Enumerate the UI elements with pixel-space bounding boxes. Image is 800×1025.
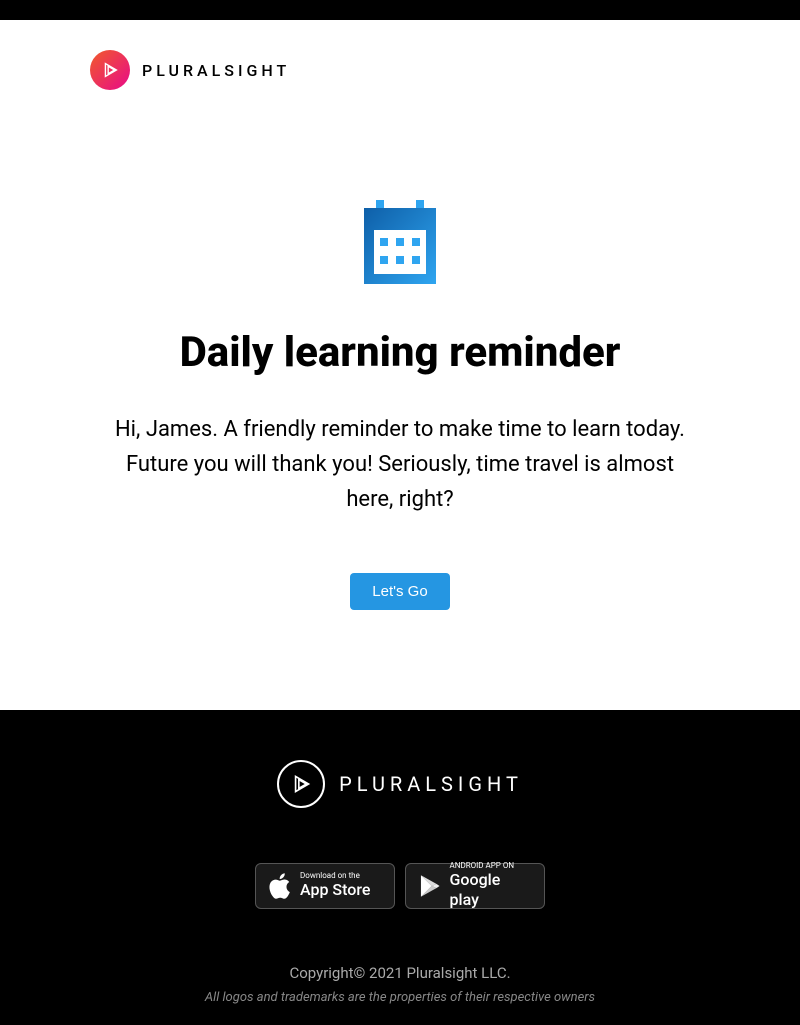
footer: PLURALSIGHT Download on the App Store AN… — [0, 710, 800, 1025]
app-store-badge[interactable]: Download on the App Store — [255, 863, 395, 909]
google-play-icon — [418, 873, 442, 899]
app-store-large-text: App Store — [300, 880, 370, 899]
google-play-badge[interactable]: ANDROID APP ON Google play — [405, 863, 545, 909]
pluralsight-footer-logo-icon — [277, 760, 325, 808]
lets-go-button[interactable]: Let's Go — [350, 573, 449, 610]
app-badges: Download on the App Store ANDROID APP ON… — [40, 863, 760, 909]
brand-logo[interactable]: PLURALSIGHT — [90, 50, 710, 90]
top-bar — [0, 0, 800, 20]
body-text: Hi, James. A friendly reminder to make t… — [60, 412, 740, 518]
copyright-text: Copyright© 2021 Pluralsight LLC. — [40, 964, 760, 982]
app-store-small-text: Download on the — [300, 872, 370, 880]
page-heading: Daily learning reminder — [60, 328, 740, 377]
footer-brand-logo[interactable]: PLURALSIGHT — [40, 760, 760, 808]
header: PLURALSIGHT — [0, 20, 800, 120]
trademark-text: All logos and trademarks are the propert… — [40, 990, 760, 1005]
google-play-large-text: Google play — [450, 870, 532, 908]
google-play-small-text: ANDROID APP ON — [450, 862, 532, 870]
main-content: Daily learning reminder Hi, James. A fri… — [0, 120, 800, 710]
calendar-icon — [364, 200, 436, 288]
apple-icon — [268, 872, 292, 900]
brand-name: PLURALSIGHT — [142, 61, 290, 80]
pluralsight-logo-icon — [90, 50, 130, 90]
footer-brand-name: PLURALSIGHT — [339, 772, 523, 796]
